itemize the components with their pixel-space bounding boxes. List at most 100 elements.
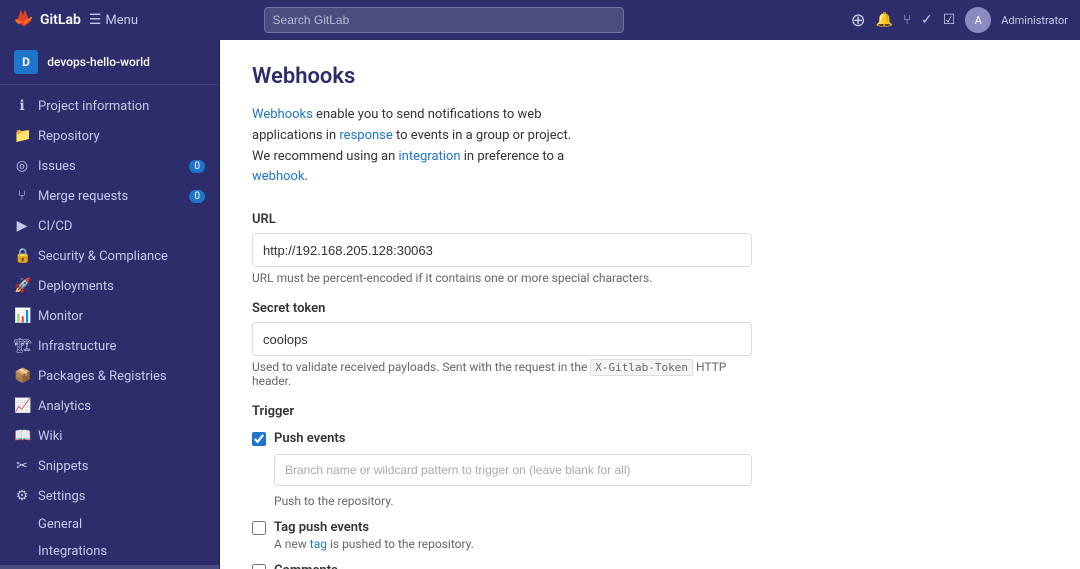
gitlab-text: GitLab bbox=[40, 12, 81, 28]
response-link[interactable]: response bbox=[339, 128, 392, 143]
url-input[interactable] bbox=[252, 233, 752, 267]
sidebar-item-label: Analytics bbox=[38, 399, 91, 414]
sidebar-item-wiki[interactable]: 📖 Wiki bbox=[0, 421, 219, 451]
secret-token-hint: Used to validate received payloads. Sent… bbox=[252, 360, 752, 388]
merge-icon: ⑂ bbox=[14, 188, 30, 204]
sidebar-item-settings[interactable]: ⚙ Settings bbox=[0, 481, 219, 511]
topbar-actions: ⊕ 🔔 ⑂ ✓ ☑ A Administrator bbox=[851, 7, 1068, 33]
sidebar-sub-general[interactable]: General bbox=[0, 511, 219, 538]
page-description: Webhooks enable you to send notification… bbox=[252, 105, 572, 188]
search-input[interactable] bbox=[264, 7, 624, 33]
tag-push-events-checkbox[interactable] bbox=[252, 521, 266, 535]
menu-button[interactable]: ☰ Menu bbox=[89, 12, 138, 28]
sidebar-item-snippets[interactable]: ✂ Snippets bbox=[0, 451, 219, 481]
sidebar-item-monitor[interactable]: 📊 Monitor bbox=[0, 301, 219, 331]
sidebar-item-repository[interactable]: 📁 Repository bbox=[0, 121, 219, 151]
topbar: GitLab ☰ Menu ⊕ 🔔 ⑂ ✓ ☑ A Administrator bbox=[0, 0, 1080, 40]
tag-link[interactable]: tag bbox=[310, 537, 327, 551]
sidebar: D devops-hello-world ℹ Project informati… bbox=[0, 40, 220, 569]
cicd-icon: ▶ bbox=[14, 218, 30, 234]
menu-label: Menu bbox=[105, 13, 138, 28]
sidebar-item-project-info[interactable]: ℹ Project information bbox=[0, 91, 219, 121]
url-group: URL URL must be percent-encoded if it co… bbox=[252, 212, 752, 285]
hamburger-icon: ☰ bbox=[89, 12, 102, 28]
snippets-icon: ✂ bbox=[14, 458, 30, 474]
create-new-icon[interactable]: ⊕ bbox=[851, 10, 866, 31]
tag-push-events-label[interactable]: Tag push events bbox=[274, 520, 369, 535]
push-events-desc: Push to the repository. bbox=[274, 494, 752, 508]
integration-link[interactable]: integration bbox=[399, 149, 461, 164]
issues-nav-icon: ◎ bbox=[14, 158, 30, 174]
sidebar-item-label: Infrastructure bbox=[38, 339, 116, 354]
issues-icon[interactable]: ✓ bbox=[921, 12, 933, 28]
secret-token-input[interactable] bbox=[252, 322, 752, 356]
sidebar-nav: ℹ Project information 📁 Repository ◎ Iss… bbox=[0, 85, 219, 569]
settings-icon: ⚙ bbox=[14, 488, 30, 504]
sidebar-item-security[interactable]: 🔒 Security & Compliance bbox=[0, 241, 219, 271]
wiki-icon: 📖 bbox=[14, 428, 30, 444]
page-title: Webhooks bbox=[252, 64, 1048, 89]
push-events-checkbox[interactable] bbox=[252, 432, 266, 446]
sidebar-item-label: Merge requests bbox=[38, 189, 128, 204]
secret-token-label: Secret token bbox=[252, 301, 752, 316]
merge-badge: 0 bbox=[189, 190, 205, 203]
settings-subnav: General Integrations Webhooks Access Tok… bbox=[0, 511, 219, 569]
sidebar-item-packages[interactable]: 📦 Packages & Registries bbox=[0, 361, 219, 391]
sidebar-item-label: Settings bbox=[38, 489, 85, 504]
branch-input[interactable] bbox=[274, 454, 752, 486]
push-events-label[interactable]: Push events bbox=[274, 431, 345, 446]
analytics-icon: 📈 bbox=[14, 398, 30, 414]
sidebar-item-label: Deployments bbox=[38, 279, 114, 294]
main-content: Webhooks Webhooks enable you to send not… bbox=[220, 40, 1080, 569]
sidebar-item-merge-requests[interactable]: ⑂ Merge requests 0 bbox=[0, 181, 219, 211]
sidebar-item-label: Packages & Registries bbox=[38, 369, 167, 384]
url-hint: URL must be percent-encoded if it contai… bbox=[252, 271, 752, 285]
gitlab-logo-area[interactable]: GitLab bbox=[12, 9, 81, 31]
layout: D devops-hello-world ℹ Project informati… bbox=[0, 40, 1080, 569]
sidebar-item-analytics[interactable]: 📈 Analytics bbox=[0, 391, 219, 421]
packages-icon: 📦 bbox=[14, 368, 30, 384]
sidebar-item-infrastructure[interactable]: 🏗 Infrastructure bbox=[0, 331, 219, 361]
trigger-section: Trigger Push events Push to the reposito… bbox=[252, 404, 752, 569]
project-initial: D bbox=[14, 50, 38, 74]
sidebar-item-cicd[interactable]: ▶ CI/CD bbox=[0, 211, 219, 241]
webhook-form: URL URL must be percent-encoded if it co… bbox=[252, 212, 752, 569]
trigger-comments: Comments A comment is added to an issue. bbox=[252, 563, 752, 569]
infrastructure-icon: 🏗 bbox=[14, 338, 30, 354]
project-name: devops-hello-world bbox=[47, 55, 150, 69]
sidebar-item-label: Monitor bbox=[38, 309, 83, 324]
webhooks-link[interactable]: Webhooks bbox=[252, 107, 313, 122]
search-area[interactable] bbox=[264, 7, 624, 33]
security-icon: 🔒 bbox=[14, 248, 30, 264]
deployments-icon: 🚀 bbox=[14, 278, 30, 294]
activity-icon[interactable]: 🔔 bbox=[876, 12, 893, 28]
url-label: URL bbox=[252, 212, 752, 227]
secret-token-group: Secret token Used to validate received p… bbox=[252, 301, 752, 388]
admin-label: Administrator bbox=[1001, 14, 1068, 27]
issues-badge: 0 bbox=[189, 160, 205, 173]
sidebar-item-label: CI/CD bbox=[38, 219, 72, 234]
sidebar-item-label: Repository bbox=[38, 129, 100, 144]
sidebar-project[interactable]: D devops-hello-world bbox=[0, 40, 219, 85]
sidebar-item-label: Snippets bbox=[38, 459, 89, 474]
trigger-tag-push-events: Tag push events A new tag is pushed to t… bbox=[252, 520, 752, 551]
monitor-icon: 📊 bbox=[14, 308, 30, 324]
webhook-link[interactable]: webhook bbox=[252, 169, 305, 184]
sidebar-item-label: Wiki bbox=[38, 429, 62, 444]
trigger-label: Trigger bbox=[252, 404, 752, 419]
comments-label[interactable]: Comments bbox=[274, 563, 338, 569]
trigger-push-events: Push events Push to the repository. bbox=[252, 431, 752, 508]
merge-request-icon[interactable]: ⑂ bbox=[903, 13, 911, 28]
sidebar-sub-webhooks[interactable]: Webhooks bbox=[0, 565, 219, 569]
avatar[interactable]: A bbox=[965, 7, 991, 33]
sidebar-item-label: Security & Compliance bbox=[38, 249, 168, 264]
tag-push-events-desc: A new tag is pushed to the repository. bbox=[252, 537, 752, 551]
todo-icon[interactable]: ☑ bbox=[943, 12, 956, 28]
http-header-code: X-Gitlab-Token bbox=[590, 359, 693, 376]
comments-checkbox[interactable] bbox=[252, 564, 266, 569]
sidebar-sub-integrations[interactable]: Integrations bbox=[0, 538, 219, 565]
sidebar-item-issues[interactable]: ◎ Issues 0 bbox=[0, 151, 219, 181]
sidebar-item-label: Issues bbox=[38, 159, 76, 174]
repository-icon: 📁 bbox=[14, 128, 30, 144]
sidebar-item-deployments[interactable]: 🚀 Deployments bbox=[0, 271, 219, 301]
